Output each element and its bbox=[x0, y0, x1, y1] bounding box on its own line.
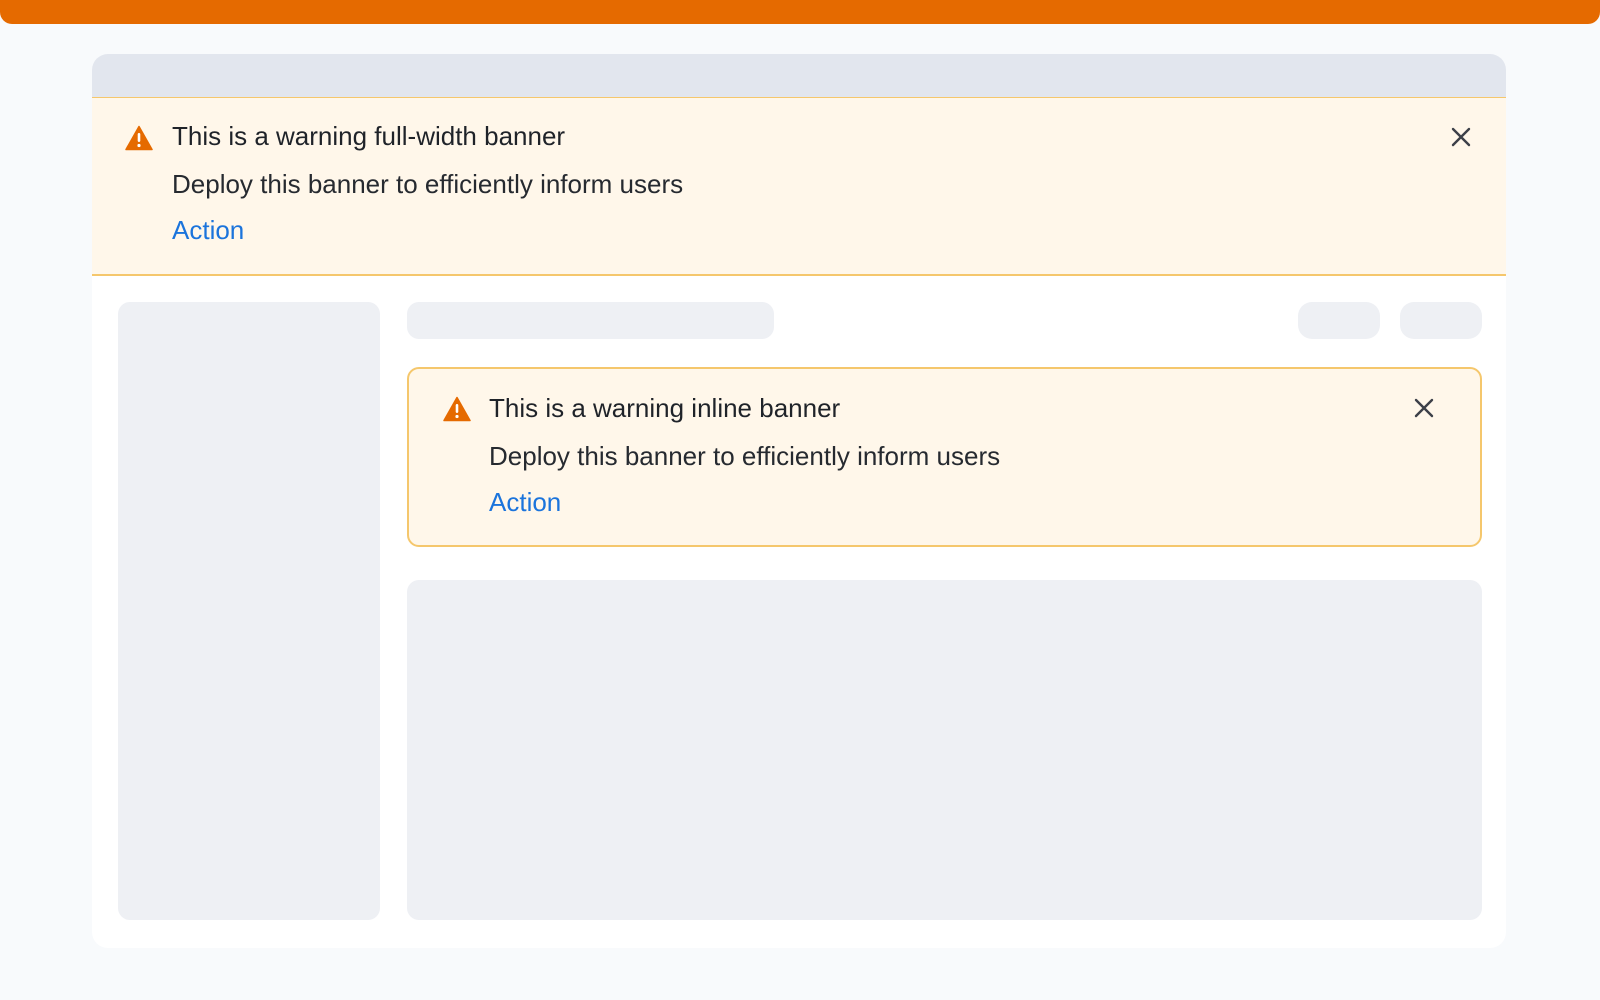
banner-action-link[interactable]: Action bbox=[172, 214, 244, 246]
warning-triangle-icon bbox=[443, 396, 471, 422]
button-placeholder-1 bbox=[1298, 302, 1380, 339]
warning-triangle-icon bbox=[125, 125, 153, 151]
app-window: This is a warning full-width banner Depl… bbox=[92, 54, 1506, 948]
full-width-warning-banner: This is a warning full-width banner Depl… bbox=[92, 97, 1506, 276]
button-placeholder-2 bbox=[1400, 302, 1482, 339]
banner-title: This is a warning full-width banner bbox=[172, 121, 566, 151]
top-accent-bar bbox=[0, 0, 1600, 24]
banner-message: Deploy this banner to efficiently inform… bbox=[172, 169, 684, 199]
banner-title: This is a warning inline banner bbox=[489, 393, 841, 423]
sidebar-placeholder bbox=[118, 302, 380, 920]
banner-message: Deploy this banner to efficiently inform… bbox=[489, 441, 1001, 471]
close-icon[interactable] bbox=[1446, 122, 1476, 152]
close-icon[interactable] bbox=[1409, 393, 1439, 423]
heading-placeholder bbox=[407, 302, 774, 339]
banner-action-link[interactable]: Action bbox=[489, 486, 561, 518]
content-placeholder bbox=[407, 580, 1482, 920]
inline-warning-banner: This is a warning inline banner Deploy t… bbox=[407, 367, 1482, 547]
window-titlebar bbox=[92, 54, 1506, 97]
